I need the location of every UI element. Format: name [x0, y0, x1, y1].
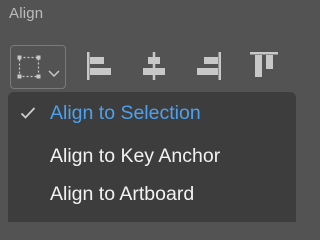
panel-title: Align: [9, 5, 44, 22]
checkmark-icon: [20, 106, 36, 125]
align-to-dropdown-button[interactable]: [10, 45, 66, 89]
align-right-icon[interactable]: [195, 50, 223, 87]
menu-item-align-to-selection[interactable]: Align to Selection: [50, 102, 201, 125]
chevron-down-icon: [48, 65, 60, 83]
menu-item-align-to-key-anchor[interactable]: Align to Key Anchor: [50, 145, 220, 168]
align-left-icon[interactable]: [85, 50, 113, 87]
align-to-menu: Align to Selection Align to Key Anchor A…: [8, 92, 296, 222]
align-horizontal-center-icon[interactable]: [140, 50, 168, 87]
menu-item-align-to-artboard[interactable]: Align to Artboard: [50, 183, 194, 206]
selection-bounds-icon: [17, 55, 41, 84]
align-top-icon[interactable]: [248, 50, 280, 87]
